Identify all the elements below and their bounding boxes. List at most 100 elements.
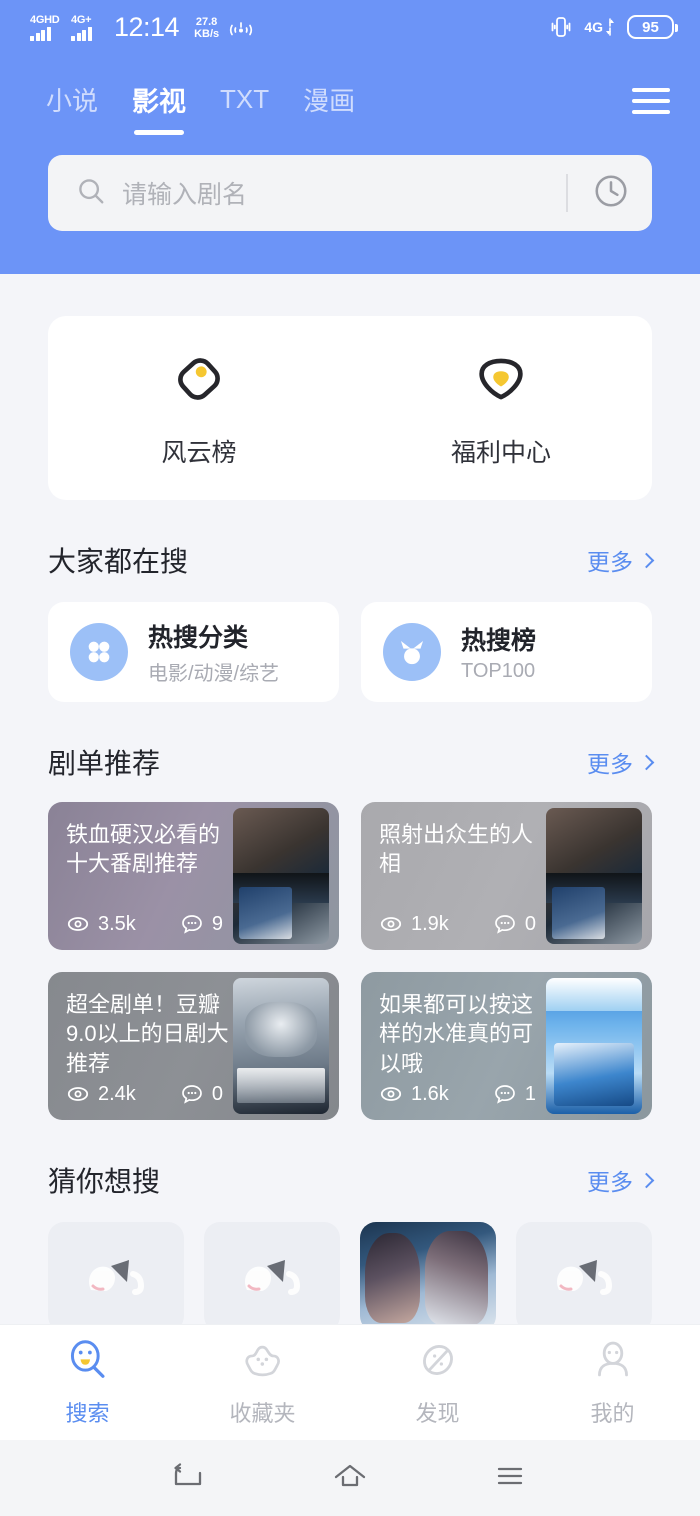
drama-card[interactable]: 铁血硬汉必看的十大番剧推荐 3.5k 9 [48, 802, 339, 950]
category-tabs: 小说 影视 TXT 漫画 [0, 54, 700, 135]
hot-search-rank-card[interactable]: 热搜榜 TOP100 [361, 602, 652, 702]
eye-icon [67, 1087, 89, 1101]
drama-card[interactable]: 照射出众生的人相 1.9k 0 [361, 802, 652, 950]
guess-grid [48, 1222, 652, 1332]
drama-card-title: 照射出众生的人相 [379, 822, 534, 877]
bottom-navigation: 搜索 收藏夹 发现 我的 [0, 1324, 700, 1440]
tab-txt[interactable]: TXT [220, 84, 269, 131]
recents-icon[interactable] [490, 1461, 530, 1496]
bottom-nav-discover[interactable]: 发现 [350, 1337, 525, 1428]
drama-card-comments: 1 [493, 1082, 536, 1106]
eye-icon [380, 917, 402, 931]
discover-planet-icon [415, 1337, 461, 1388]
hot-search-more-label: 更多 [587, 549, 633, 575]
bottom-nav-favorites-label: 收藏夹 [229, 1401, 296, 1426]
drama-card-comments-count: 0 [524, 912, 536, 935]
guess-tile[interactable] [204, 1222, 340, 1332]
drama-card-body: 超全剧单！豆瓣9.0以上的日剧大推荐 2.4k 0 [48, 972, 233, 1120]
search-input[interactable]: 请输入剧名 [122, 175, 566, 211]
search-icon [76, 176, 106, 211]
drama-card-comments: 0 [493, 912, 536, 936]
comment-icon [181, 1085, 202, 1104]
guess-more-label: 更多 [587, 1169, 633, 1195]
drama-card-views-count: 1.9k [411, 912, 449, 935]
search-bar[interactable]: 请输入剧名 [48, 155, 652, 231]
guess-header: 猜你想搜 更多 [48, 1160, 655, 1200]
hot-search-category-name: 热搜分类 [148, 624, 249, 652]
cat-placeholder-icon [77, 1246, 155, 1309]
drama-card-title: 如果都可以按这样的水准真的可以哦 [379, 992, 534, 1076]
status-bar-left: 4GHD 4G+ 12:14 27.8 KB/s [30, 13, 254, 41]
drama-card-views: 2.4k [66, 1082, 136, 1106]
bottom-nav-search[interactable]: 搜索 [0, 1337, 175, 1428]
chevron-right-icon [638, 754, 655, 770]
drama-card-views-count: 3.5k [98, 912, 136, 935]
drama-card-stats: 1.6k 1 [379, 1082, 546, 1106]
quick-entry-ranking[interactable]: 风云榜 [48, 348, 350, 469]
tab-comic[interactable]: 漫画 [303, 81, 355, 134]
android-navigation-bar [0, 1440, 700, 1516]
search-section: 请输入剧名 [0, 135, 700, 231]
drama-card-comments: 0 [180, 1082, 223, 1106]
bottom-nav-search-label: 搜索 [65, 1401, 110, 1426]
bottom-nav-profile-label: 我的 [590, 1401, 635, 1426]
quick-entry-welfare[interactable]: 福利中心 [350, 348, 652, 469]
drama-lists-more-link[interactable]: 更多 [587, 745, 655, 779]
chevron-right-icon [638, 552, 655, 568]
drama-lists-more-label: 更多 [587, 751, 633, 777]
drama-card-comments: 9 [180, 912, 223, 936]
drama-card-poster [233, 808, 329, 944]
guess-tile[interactable] [516, 1222, 652, 1332]
quick-entry-welfare-label: 福利中心 [450, 438, 551, 467]
person-profile-icon [590, 1337, 636, 1388]
main-content: 风云榜 福利中心 大家都在搜 更多 热搜分类 电影/动漫/综艺 热搜榜 TOP1… [0, 316, 700, 1332]
drama-card[interactable]: 超全剧单！豆瓣9.0以上的日剧大推荐 2.4k 0 [48, 972, 339, 1120]
drama-card-views: 3.5k [66, 912, 136, 936]
grid-flower-icon [70, 623, 128, 681]
status-bar-right: 4G 95 [549, 15, 678, 39]
drama-card-poster [546, 808, 642, 944]
drama-card-comments-count: 9 [211, 912, 223, 935]
hotspot-icon [228, 19, 254, 41]
battery-level: 95 [642, 18, 659, 36]
chevron-right-icon [638, 1172, 655, 1188]
hot-search-rank-name: 热搜榜 [461, 627, 537, 655]
guess-tile[interactable] [360, 1222, 496, 1332]
comment-icon [494, 915, 515, 934]
signal-icon-1: 4GHD [30, 14, 62, 41]
hot-search-more-link[interactable]: 更多 [587, 543, 655, 577]
hot-search-category-card[interactable]: 热搜分类 电影/动漫/综艺 [48, 602, 339, 702]
drama-card-views-count: 2.4k [98, 1082, 136, 1105]
network-speed: 27.8 KB/s [194, 17, 219, 40]
drama-card-comments-count: 1 [524, 1082, 536, 1105]
network-speed-value: 27.8 [195, 16, 218, 29]
drama-card-stats: 2.4k 0 [66, 1082, 233, 1106]
drama-card-body: 铁血硬汉必看的十大番剧推荐 3.5k 9 [48, 802, 233, 950]
search-divider [566, 174, 568, 212]
hamburger-menu-icon[interactable] [632, 87, 670, 128]
bottom-nav-favorites[interactable]: 收藏夹 [175, 1337, 350, 1428]
hot-search-rank-texts: 热搜榜 TOP100 [461, 621, 536, 683]
bottom-nav-profile[interactable]: 我的 [525, 1337, 700, 1428]
battery-indicator: 95 [627, 15, 678, 39]
tab-novel[interactable]: 小说 [46, 81, 98, 134]
drama-card-views: 1.6k [379, 1082, 449, 1106]
back-icon[interactable] [170, 1461, 210, 1496]
clock-history-icon[interactable] [592, 172, 630, 215]
comment-icon [494, 1085, 515, 1104]
hot-search-category-texts: 热搜分类 电影/动漫/综艺 [148, 618, 279, 686]
tab-video[interactable]: 影视 [132, 80, 186, 135]
hot-search-header: 大家都在搜 更多 [48, 540, 655, 580]
guess-more-link[interactable]: 更多 [587, 1163, 655, 1197]
tag-icon [168, 348, 230, 415]
guess-title: 猜你想搜 [48, 1166, 161, 1197]
hot-search-category-sub: 电影/动漫/综艺 [148, 663, 280, 685]
eye-icon [67, 917, 89, 931]
drama-card[interactable]: 如果都可以按这样的水准真的可以哦 1.6k 1 [361, 972, 652, 1120]
drama-card-poster [546, 978, 642, 1114]
status-bar: 4GHD 4G+ 12:14 27.8 KB/s 4G 95 [0, 0, 700, 54]
drama-card-stats: 1.9k 0 [379, 912, 546, 936]
drama-card-stats: 3.5k 9 [66, 912, 233, 936]
guess-tile[interactable] [48, 1222, 184, 1332]
home-icon[interactable] [330, 1461, 370, 1496]
